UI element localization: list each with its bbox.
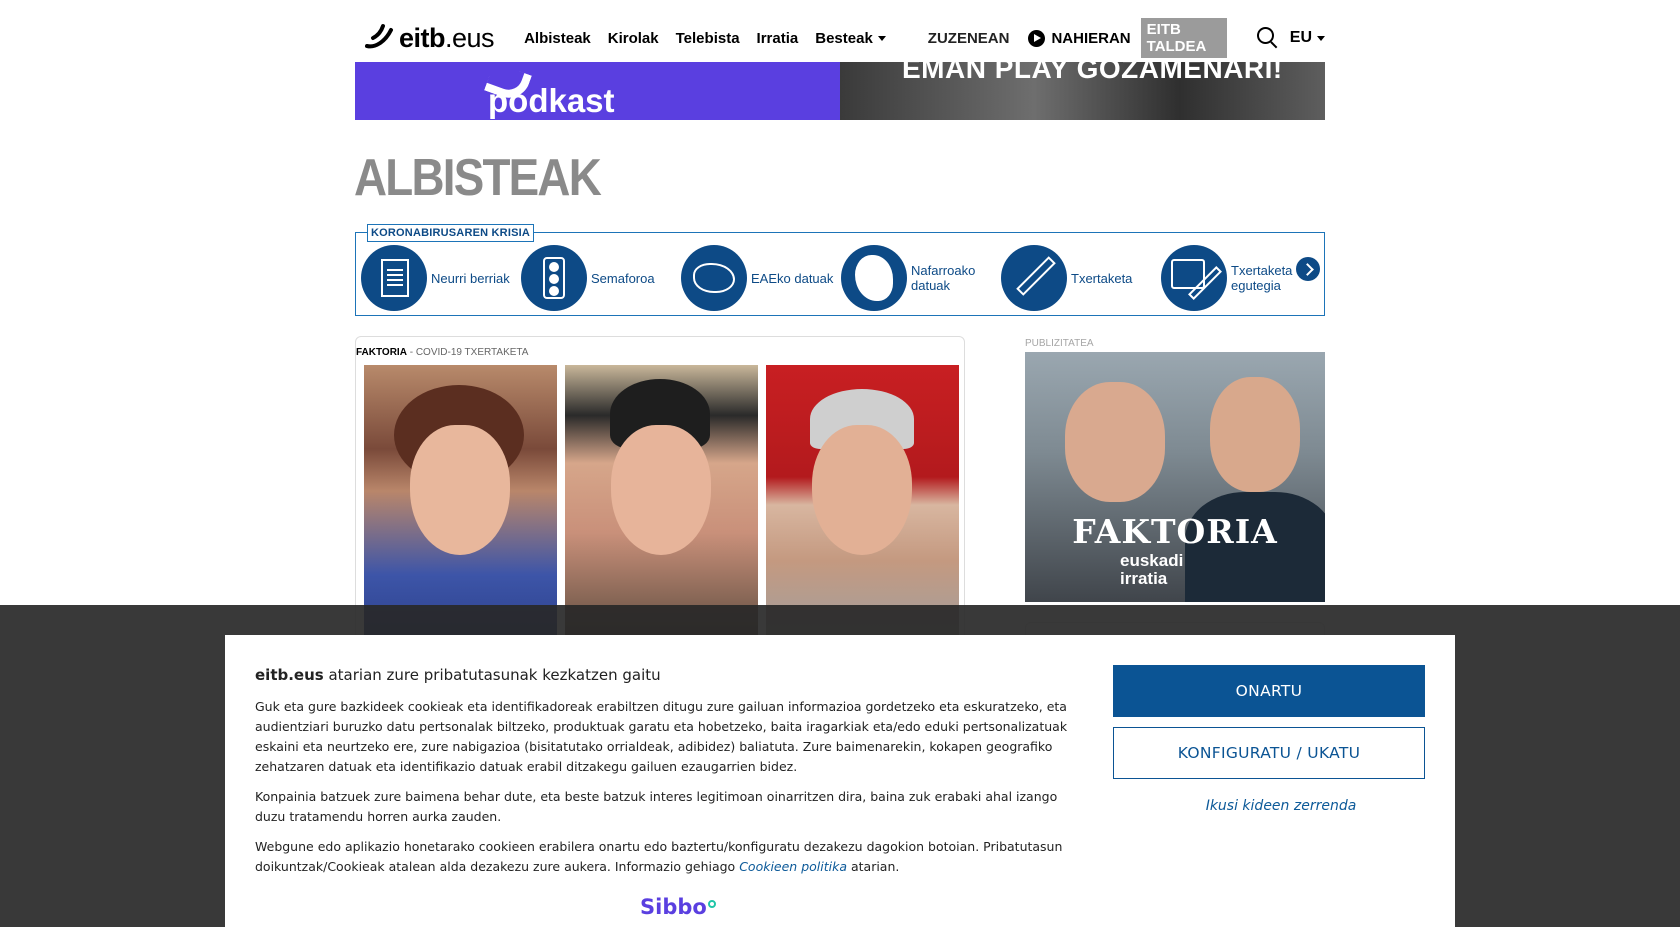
corona-item-semaforoa[interactable]: Semaforoa xyxy=(521,245,681,311)
cookie-title: eitb.eus atarian zure pribatutasunak kez… xyxy=(255,666,661,684)
article-topic[interactable]: COVID-19 TXERTAKETA xyxy=(416,347,529,358)
corona-item-label: Semaforoa xyxy=(591,270,655,286)
corona-item-txertaketa-egutegia[interactable]: Txertaketa egutegia xyxy=(1161,245,1321,311)
document-icon xyxy=(361,245,427,311)
cookie-paragraph-2: Konpainia batzuek zure baimena behar dut… xyxy=(255,789,1058,824)
page-title: ALBISTEAK xyxy=(354,149,602,207)
language-selector[interactable]: EU xyxy=(1290,29,1325,47)
syringe-icon xyxy=(1001,245,1067,311)
ad-brand-line2: irratia xyxy=(1120,569,1168,588)
cookie-policy-link[interactable]: Cookieen politika xyxy=(739,859,847,874)
portrait-photo xyxy=(364,365,557,645)
corona-item-txertaketa[interactable]: Txertaketa xyxy=(1001,245,1161,311)
sibbo-logo: Sibbo xyxy=(640,895,716,919)
portrait-photo xyxy=(565,365,758,645)
cookie-paragraph-3: Webgune edo aplikazio honetarako cookiee… xyxy=(255,839,1063,874)
menu-item-besteak[interactable]: Besteak xyxy=(815,30,886,47)
search-icon[interactable] xyxy=(1257,27,1274,49)
cookie-paragraph-1: Guk eta gure bazkideek cookieak eta iden… xyxy=(255,699,1068,774)
host-photo xyxy=(1065,382,1165,502)
eitb-logo[interactable]: eitb.eus xyxy=(363,18,495,58)
language-label: EU xyxy=(1289,29,1312,46)
article-image[interactable] xyxy=(364,365,959,645)
corona-item-label: Nafarroako datuak xyxy=(911,263,976,293)
portrait-photo xyxy=(766,365,959,645)
chevron-right-icon[interactable] xyxy=(1296,257,1320,281)
vendors-list-link[interactable]: Ikusi kideen zerrenda xyxy=(1113,798,1449,814)
nahieran-link[interactable]: NAHIERAN xyxy=(1028,29,1131,47)
navarre-map-icon xyxy=(841,245,907,311)
menu-item-albisteak[interactable]: Albisteak xyxy=(524,30,591,47)
menu-item-kirolak[interactable]: Kirolak xyxy=(608,30,659,47)
menu-item-besteak-label: Besteak xyxy=(815,29,873,47)
eitb-taldea-link[interactable]: EITB TALDEA xyxy=(1140,18,1228,58)
article-meta: FAKTORIA - COVID-19 TXERTAKETA xyxy=(356,347,528,358)
coronavirus-items: Neurri berriak Semaforoa EAEko datuak Na… xyxy=(361,245,1321,311)
ad-brand-line1: euskadi xyxy=(1120,551,1184,570)
article-card[interactable]: FAKTORIA - COVID-19 TXERTAKETA xyxy=(355,336,965,645)
right-navigation: ZUZENEAN NAHIERAN EITB TALDEA EU xyxy=(928,18,1325,58)
corona-item-neurri-berriak[interactable]: Neurri berriak xyxy=(361,245,521,311)
corona-item-nafarroako-datuak[interactable]: Nafarroako datuak xyxy=(841,245,1001,311)
article-program[interactable]: FAKTORIA xyxy=(356,347,407,358)
configure-reject-button[interactable]: KONFIGURATU / UKATU xyxy=(1113,727,1425,779)
article-separator: - xyxy=(406,347,416,358)
traffic-light-icon xyxy=(521,245,587,311)
corona-item-eaeko-datuak[interactable]: EAEko datuak xyxy=(681,245,841,311)
cookie-consent-dialog: eitb.eus atarian zure pribatutasunak kez… xyxy=(225,635,1455,927)
corona-item-label: Neurri berriak xyxy=(431,270,510,286)
euskadi-irratia-logo: euskadi irratia xyxy=(1120,552,1183,588)
podkast-text: podkast xyxy=(488,82,615,119)
basque-map-icon xyxy=(681,245,747,311)
chevron-down-icon xyxy=(1317,35,1325,41)
ad-title: FAKTORIA xyxy=(1072,512,1278,551)
top-banner[interactable]: podkast EMAN PLAY GOZAMENARI! xyxy=(355,62,1325,120)
menu-item-telebista[interactable]: Telebista xyxy=(676,30,740,47)
corona-item-label: Txertaketa xyxy=(1071,270,1133,286)
faktoria-ad[interactable]: FAKTORIA euskadi irratia xyxy=(1025,352,1325,602)
coronavirus-bar: KORONABIRUSAREN KRISIA Neurri berriak Se… xyxy=(355,224,1325,316)
coronavirus-tag[interactable]: KORONABIRUSAREN KRISIA xyxy=(367,224,535,242)
calendar-syringe-icon xyxy=(1161,245,1227,311)
corona-item-label: EAEko datuak xyxy=(751,270,834,286)
top-navigation: eitb.eus Albisteak Kirolak Telebista Irr… xyxy=(355,14,1325,62)
main-menu: Albisteak Kirolak Telebista Irratia Best… xyxy=(524,30,886,47)
accept-button[interactable]: ONARTU xyxy=(1113,665,1425,717)
host-photo xyxy=(1210,377,1300,492)
logo-text: eitb.eus xyxy=(399,22,495,53)
play-banner: EMAN PLAY GOZAMENARI! xyxy=(840,62,1325,120)
menu-item-irratia[interactable]: Irratia xyxy=(757,30,799,47)
zuzenean-link[interactable]: ZUZENEAN xyxy=(928,30,1010,47)
chevron-down-icon xyxy=(877,36,886,42)
play-banner-text: EMAN PLAY GOZAMENARI! xyxy=(902,62,1283,84)
advertising-label: PUBLIZITATEA xyxy=(1025,338,1094,349)
podkast-banner: podkast xyxy=(355,62,840,120)
eitb-logo-icon xyxy=(363,22,397,54)
page: eitb.eus Albisteak Kirolak Telebista Irr… xyxy=(0,0,1680,927)
play-icon xyxy=(1028,29,1046,47)
nahieran-label: NAHIERAN xyxy=(1051,29,1131,47)
corona-item-label: Txertaketa egutegia xyxy=(1231,263,1293,293)
